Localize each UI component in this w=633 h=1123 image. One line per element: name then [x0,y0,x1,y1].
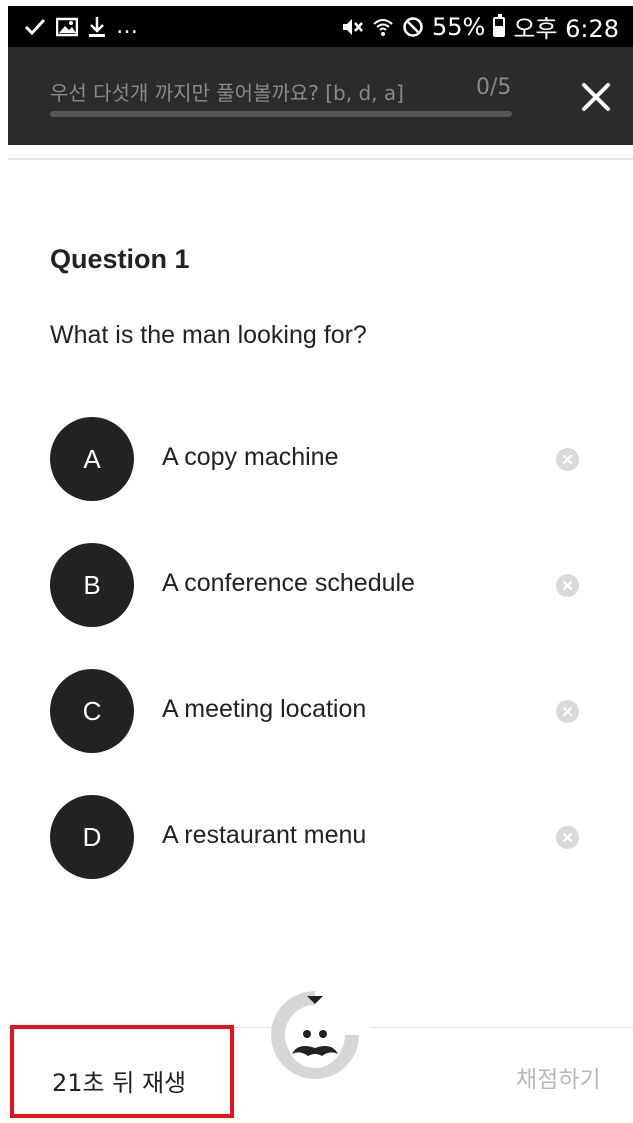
grade-button[interactable]: 채점하기 [516,1060,601,1094]
eliminate-option-d-button[interactable] [556,826,579,849]
option-letter: C [50,669,134,753]
answer-option-b[interactable]: B A conference schedule [50,543,590,627]
clock: 오후 6:28 [513,15,619,43]
close-circle-icon [562,580,573,591]
eliminate-option-c-button[interactable] [556,700,579,723]
question-text: What is the man looking for? [50,321,367,349]
more-dots: … [116,14,138,39]
option-label: A restaurant menu [162,821,367,849]
close-circle-icon [562,706,573,717]
status-bar: … 55% 오후 6:28 [8,6,633,47]
blocked-icon [402,16,424,38]
option-label: A meeting location [162,695,367,723]
close-icon [582,83,610,111]
option-label: A copy machine [162,443,339,471]
option-letter: B [50,543,134,627]
option-label: A conference schedule [162,569,415,597]
wifi-icon [372,16,394,38]
footer-divider-right [370,1027,633,1028]
status-right-icons: 55% 오후 6:28 [340,6,619,47]
quiz-header: 우선 다섯개 까지만 풀어볼까요? [b, d, a] 0/5 [8,47,633,145]
question-counter: 0/5 [476,75,512,100]
answer-option-a[interactable]: A A copy machine [50,417,590,501]
image-icon [56,17,78,37]
answer-option-c[interactable]: C A meeting location [50,669,590,753]
close-circle-icon [562,454,573,465]
check-icon [24,17,46,37]
status-left-icons: … [24,6,138,47]
mustache-mascot-icon[interactable] [270,990,360,1080]
battery-icon [493,13,506,37]
download-icon [88,16,106,38]
mute-vibrate-icon [340,16,364,38]
replay-label: 21초 뒤 재생 [52,1069,187,1097]
eliminate-option-b-button[interactable] [556,574,579,597]
quiz-progress-bar [50,111,512,117]
replay-countdown-button[interactable]: 21초 뒤 재생 [10,1025,234,1118]
eliminate-option-a-button[interactable] [556,448,579,471]
header-divider [8,158,633,160]
quiz-title: 우선 다섯개 까지만 풀어볼까요? [b, d, a] [50,81,404,105]
option-letter: A [50,417,134,501]
close-button[interactable] [576,77,616,117]
answer-option-d[interactable]: D A restaurant menu [50,795,590,879]
question-heading: Question 1 [50,244,190,274]
battery-percent: 55% [431,12,486,41]
close-circle-icon [562,832,573,843]
option-letter: D [50,795,134,879]
